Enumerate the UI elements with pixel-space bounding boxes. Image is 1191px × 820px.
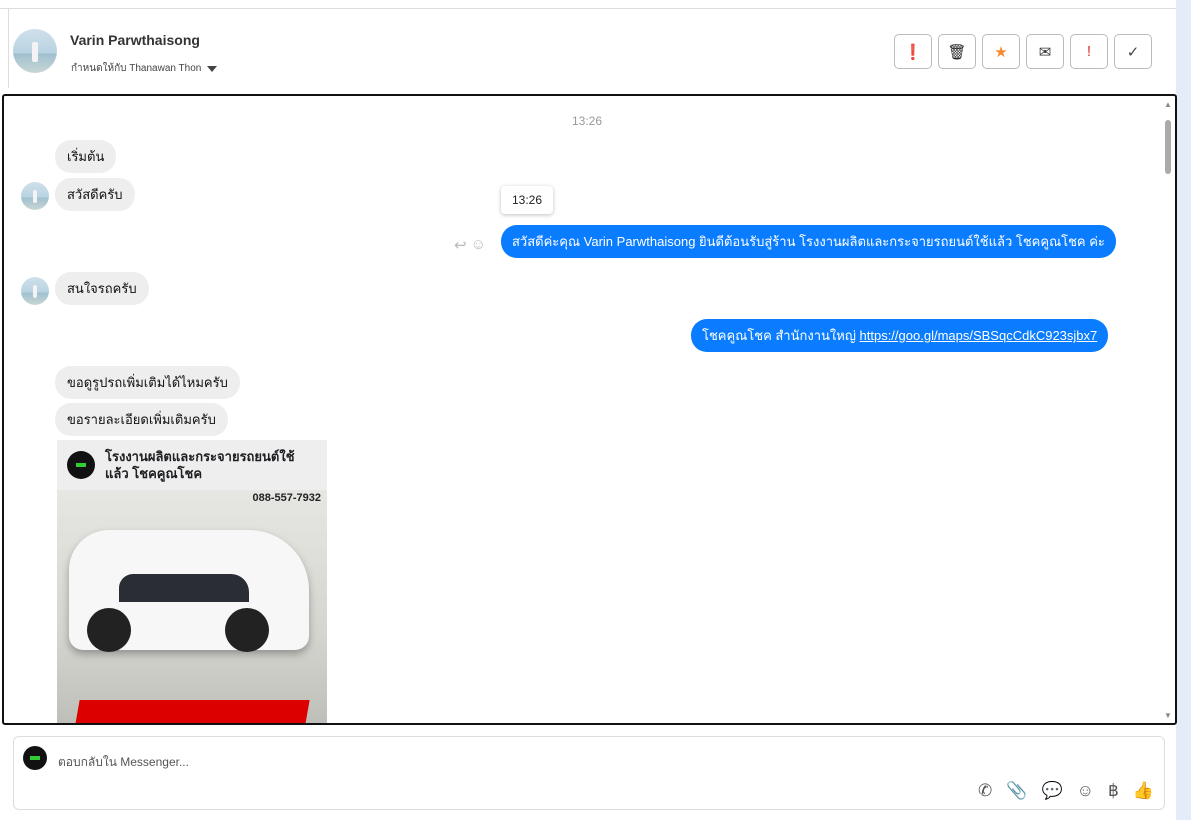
important-icon: ! [1086, 43, 1092, 60]
reply-icon[interactable]: ↩ [454, 236, 467, 254]
divider [8, 8, 9, 88]
incoming-message: ขอดูรูปรถเพิ่มเติมได้ไหมครับ [55, 366, 240, 399]
done-icon: ✓ [1126, 43, 1140, 61]
timestamp: 13:26 [572, 114, 603, 128]
assign-dropdown[interactable]: กำหนดให้กับ Thanawan Thon [71, 61, 218, 76]
done-button[interactable]: ✓ [1114, 34, 1152, 69]
spam-icon: ❗ [903, 43, 923, 61]
reply-input[interactable]: ตอบกลับใน Messenger... [58, 753, 189, 772]
scrollbar[interactable]: ▲ ▼ [1163, 100, 1173, 720]
saved-replies-icon[interactable]: 💬 [1041, 781, 1062, 801]
divider [0, 8, 1176, 9]
star-icon: ★ [994, 43, 1008, 61]
right-strip [1176, 0, 1191, 820]
thumbs-up-icon[interactable]: 👍 [1133, 781, 1154, 801]
timestamp-tooltip: 13:26 [501, 186, 554, 214]
delete-icon: 🗑 [947, 43, 967, 61]
scroll-thumb[interactable] [1165, 120, 1171, 174]
incoming-message: สนใจรถครับ [55, 272, 149, 305]
mark-unread-button[interactable]: ✉ [1026, 34, 1064, 69]
card-title: โรงงานผลิตและกระจายรถยนต์ใช้แล้ว โชคคูณโ… [105, 449, 295, 481]
contact-name: Varin Parwthaisong [70, 32, 200, 48]
delete-button[interactable]: 🗑 [938, 34, 976, 69]
page-avatar [23, 746, 47, 770]
conversation-panel: 13:26 เริ่มต้น สวัสดีครับ 13:26 ↩ ☺ สวัสด… [2, 94, 1177, 725]
outgoing-message: สวัสดีค่ะคุณ Varin Parwthaisong ยินดีต้อ… [501, 225, 1116, 258]
page-logo [67, 451, 95, 479]
mark-unread-icon: ✉ [1038, 43, 1052, 61]
action-toolbar: ❗ 🗑 ★ ✉! ✓ [894, 34, 1152, 69]
contact-avatar[interactable] [13, 29, 57, 73]
incoming-message: เริ่มต้น [55, 140, 117, 173]
message-text: โชคคูณโชค สำนักงานใหญ่ [702, 328, 860, 343]
incoming-message: ขอรายละเอียดเพิ่มเติมครับ [55, 403, 228, 436]
maps-link[interactable]: https://goo.gl/maps/SBSqcCdkC923sjbx7 [860, 328, 1098, 343]
incoming-message: สวัสดีครับ [55, 178, 135, 211]
emoji-react-icon[interactable]: ☺ [471, 236, 486, 254]
contact-avatar [21, 182, 49, 210]
card-phone: 088-557-7932 [252, 492, 321, 504]
contact-avatar [21, 277, 49, 305]
emoji-icon[interactable]: ☺ [1077, 781, 1094, 801]
phone-icon[interactable]: ✆ [978, 781, 992, 801]
caret-down-icon [207, 65, 218, 72]
spam-button[interactable]: ❗ [894, 34, 932, 69]
outgoing-message: โชคคูณโชค สำนักงานใหญ่ https://goo.gl/ma… [691, 319, 1109, 352]
star-button[interactable]: ★ [982, 34, 1020, 69]
car-photo: 088-557-7932 [57, 490, 327, 723]
message-actions: ↩ ☺ [454, 236, 486, 254]
attachment-icon[interactable]: 📎 [1006, 781, 1027, 801]
shared-post-card[interactable]: โรงงานผลิตและกระจายรถยนต์ใช้แล้ว โชคคูณโ… [57, 440, 327, 723]
assign-label: กำหนดให้กับ Thanawan Thon [71, 63, 202, 74]
baht-payment-icon[interactable]: ฿ [1108, 781, 1119, 801]
reply-composer[interactable]: ตอบกลับใน Messenger... ✆ 📎 💬 ☺ ฿ 👍 [13, 736, 1165, 810]
important-button[interactable]: ! [1070, 34, 1108, 69]
